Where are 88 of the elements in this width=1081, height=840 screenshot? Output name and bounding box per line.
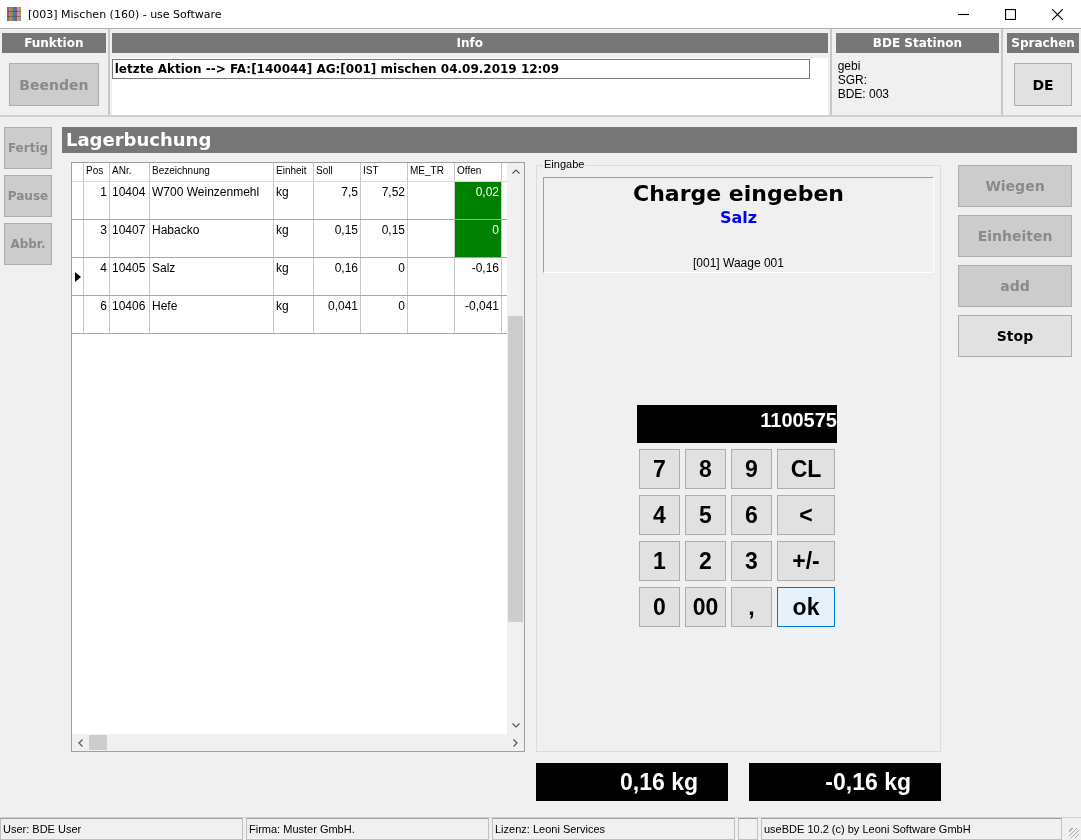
scroll-thumb[interactable] bbox=[89, 735, 107, 750]
section-title: Lagerbuchung bbox=[62, 127, 1077, 153]
table-cell: 0,15 bbox=[314, 220, 361, 257]
table-cell: 6 bbox=[84, 296, 110, 333]
keypad-key[interactable]: ok bbox=[777, 587, 835, 627]
scroll-right-icon[interactable] bbox=[513, 738, 518, 747]
table-cell: -0,041 bbox=[455, 296, 502, 333]
table-cell: 3 bbox=[84, 220, 110, 257]
keypad-key[interactable]: 7 bbox=[639, 449, 680, 489]
keypad-key[interactable]: 5 bbox=[685, 495, 726, 535]
table-cell: Hefe bbox=[150, 296, 274, 333]
panel-header: Sprachen bbox=[1007, 33, 1079, 53]
table-cell: 0,041 bbox=[314, 296, 361, 333]
station-info: SGR: bbox=[837, 73, 868, 87]
vertical-scrollbar[interactable] bbox=[507, 163, 524, 734]
table-cell: 1 bbox=[84, 182, 110, 219]
keypad-key[interactable]: 4 bbox=[639, 495, 680, 535]
column-header[interactable]: IST bbox=[361, 163, 408, 181]
resize-grip-icon[interactable] bbox=[1069, 828, 1079, 838]
panel-header: Funktion bbox=[2, 33, 106, 53]
table-cell: 0 bbox=[361, 258, 408, 295]
column-header[interactable]: Einheit bbox=[274, 163, 314, 181]
table-cell: 0,16 bbox=[314, 258, 361, 295]
keypad-key[interactable]: +/- bbox=[777, 541, 835, 581]
table-cell: Salz bbox=[150, 258, 274, 295]
status-segment: Firma: Muster GmbH. bbox=[246, 818, 489, 840]
language-button[interactable]: DE bbox=[1014, 63, 1073, 106]
number-display: 1100575 bbox=[637, 405, 837, 443]
keypad-key[interactable]: 0 bbox=[639, 587, 680, 627]
keypad-key[interactable]: < bbox=[777, 495, 835, 535]
prompt-heading: Charge eingeben bbox=[633, 181, 844, 206]
column-header[interactable]: Soll bbox=[314, 163, 361, 181]
column-header[interactable]: Pos bbox=[84, 163, 110, 181]
weight-display: 0,16 kg bbox=[536, 763, 728, 801]
table-cell: -0,16 bbox=[455, 258, 502, 295]
keypad-key[interactable]: 1 bbox=[639, 541, 680, 581]
scroll-left-icon[interactable] bbox=[78, 738, 83, 747]
keypad-key[interactable]: 6 bbox=[731, 495, 772, 535]
keypad-key[interactable]: 3 bbox=[731, 541, 772, 581]
table-cell: W700 Weinzenmehl bbox=[150, 182, 274, 219]
table-cell: 0 bbox=[361, 296, 408, 333]
keypad-key[interactable]: CL bbox=[777, 449, 835, 489]
column-header[interactable]: ME_TR bbox=[408, 163, 455, 181]
close-icon[interactable] bbox=[1052, 8, 1063, 20]
scale-label: [001] Waage 001 bbox=[693, 256, 784, 270]
grid-icon bbox=[7, 7, 21, 21]
action-button[interactable]: Stop bbox=[958, 315, 1072, 357]
station-info: gebi bbox=[837, 59, 862, 73]
table-cell: 10407 bbox=[110, 220, 150, 257]
table-cell: 10405 bbox=[110, 258, 150, 295]
keypad-key[interactable]: 2 bbox=[685, 541, 726, 581]
station-info: BDE: 003 bbox=[837, 87, 891, 101]
column-header[interactable]: ANr. bbox=[110, 163, 150, 181]
status-segment: useBDE 10.2 (c) by Leoni Software GmbH bbox=[761, 818, 1062, 840]
table-cell: kg bbox=[274, 258, 314, 295]
scroll-up-icon[interactable] bbox=[511, 169, 520, 174]
scroll-down-icon[interactable] bbox=[511, 723, 520, 728]
table-cell: kg bbox=[274, 220, 314, 257]
table-cell: Habacko bbox=[150, 220, 274, 257]
window-title: [003] Mischen (160) - use Software bbox=[28, 7, 222, 21]
table-cell: 7,5 bbox=[314, 182, 361, 219]
status-segment: User: BDE User bbox=[0, 818, 243, 840]
panel-header: BDE Statinon bbox=[835, 33, 1000, 53]
table-cell: 0,02 bbox=[455, 182, 502, 219]
panel-header: Info bbox=[111, 33, 828, 53]
keypad-key[interactable]: 9 bbox=[731, 449, 772, 489]
table-cell: 7,52 bbox=[361, 182, 408, 219]
table-cell: 4 bbox=[84, 258, 110, 295]
maximize-icon[interactable] bbox=[1005, 8, 1016, 20]
column-header[interactable]: Offen bbox=[455, 163, 502, 181]
keypad-key[interactable]: 8 bbox=[685, 449, 726, 489]
weight-display: -0,16 kg bbox=[749, 763, 941, 801]
group-label: Eingabe bbox=[543, 158, 586, 170]
status-segment: Lizenz: Leoni Services bbox=[492, 818, 735, 840]
table-cell: kg bbox=[274, 296, 314, 333]
status-segment bbox=[738, 818, 758, 840]
item-name: Salz bbox=[719, 208, 758, 227]
table-cell: 0 bbox=[455, 220, 502, 257]
keypad-key[interactable]: 00 bbox=[685, 587, 726, 627]
keypad-key[interactable]: , bbox=[731, 587, 772, 627]
table-cell: kg bbox=[274, 182, 314, 219]
column-header[interactable]: Bezeichnung bbox=[150, 163, 274, 181]
table-cell: 0,15 bbox=[361, 220, 408, 257]
horizontal-scrollbar[interactable] bbox=[72, 734, 524, 751]
info-message: letzte Aktion --> FA:[140044] AG:[001] mischen 04.09.2019 12:09 bbox=[111, 59, 810, 79]
table-cell: 10406 bbox=[110, 296, 150, 333]
scroll-thumb[interactable] bbox=[508, 316, 523, 622]
table-cell: 10404 bbox=[110, 182, 150, 219]
